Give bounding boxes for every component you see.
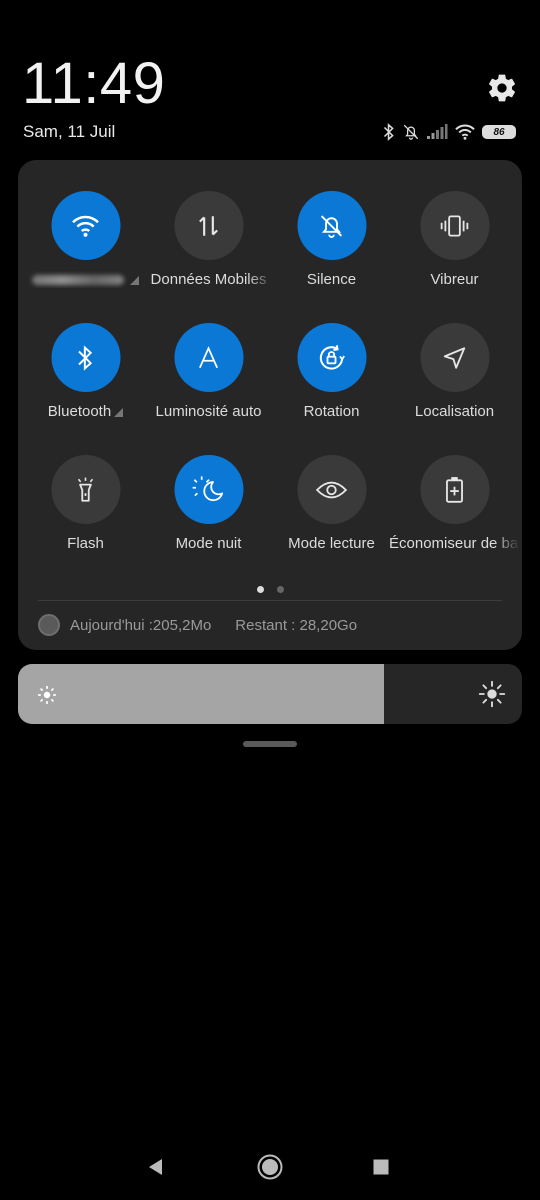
home-button[interactable] <box>255 1152 285 1182</box>
eye-icon <box>315 481 348 498</box>
home-circle-icon <box>257 1154 283 1180</box>
battery-saver-icon <box>446 476 463 503</box>
wifi-network-name-blurred <box>32 275 124 286</box>
auto-brightness-toggle[interactable] <box>174 323 243 392</box>
bluetooth-label: Bluetooth <box>47 403 112 420</box>
vibrate-icon <box>440 214 469 237</box>
location-icon <box>443 346 466 369</box>
tile-silence[interactable]: Silence <box>270 191 393 301</box>
battery-saver-label: Économiseur de batterie <box>389 535 520 552</box>
silent-status-icon <box>403 124 419 140</box>
navigation-bar <box>0 1140 540 1196</box>
night-mode-icon <box>192 475 224 501</box>
flashlight-label: Flash <box>67 535 104 552</box>
page-indicator <box>18 586 522 593</box>
data-usage-row[interactable]: Aujourd'hui :205,2Mo Restant : 28,20Go <box>38 612 357 638</box>
notification-shade: 11:49 Sam, 11 Juil 86 Données Mobiles Si… <box>0 0 540 1200</box>
date: Sam, 11 Juil <box>23 122 116 141</box>
mobile-data-icon <box>199 215 218 236</box>
vibrate-label: Vibreur <box>430 271 479 288</box>
flashlight-icon <box>77 477 94 502</box>
settings-gear-icon[interactable] <box>486 72 518 104</box>
wifi-label <box>20 271 151 288</box>
bluetooth-label-wrap: Bluetooth <box>20 403 151 420</box>
mobile-data-label: Données Mobiles <box>150 271 267 288</box>
back-button[interactable] <box>141 1152 171 1182</box>
bluetooth-icon <box>78 344 93 371</box>
rotation-toggle[interactable] <box>297 323 366 392</box>
tile-location[interactable]: Localisation <box>393 323 516 433</box>
vibrate-toggle[interactable] <box>420 191 489 260</box>
battery-indicator: 86 <box>482 125 516 139</box>
expand-triangle-icon <box>130 275 139 285</box>
status-bar-icons: 86 <box>382 121 522 143</box>
signal-status-icon <box>427 124 448 139</box>
flashlight-toggle[interactable] <box>51 455 120 524</box>
data-usage-remaining: Restant : 28,20Go <box>235 616 358 634</box>
tile-flashlight[interactable]: Flash <box>24 455 147 565</box>
tile-night-mode[interactable]: Mode nuit <box>147 455 270 565</box>
reading-mode-label: Mode lecture <box>288 535 375 552</box>
tile-vibrate[interactable]: Vibreur <box>393 191 516 301</box>
auto-brightness-label: Luminosité auto <box>155 403 262 420</box>
back-triangle-icon <box>149 1159 162 1175</box>
night-mode-label: Mode nuit <box>175 535 242 552</box>
drag-handle[interactable] <box>243 741 297 747</box>
bluetooth-status-icon <box>383 123 394 141</box>
mobile-data-toggle[interactable] <box>174 191 243 260</box>
quick-settings-panel: Données Mobiles Silence Vibreur Bluetoot… <box>18 160 522 650</box>
brightness-high-icon <box>478 680 506 708</box>
page-dot-active <box>256 586 264 593</box>
bell-off-icon <box>320 214 343 238</box>
rotation-lock-icon <box>319 344 345 370</box>
night-mode-toggle[interactable] <box>174 455 243 524</box>
battery-saver-toggle[interactable] <box>420 455 489 524</box>
data-usage-today: Aujourd'hui :205,2Mo <box>70 616 212 634</box>
data-usage-pie-icon <box>38 614 60 636</box>
expand-triangle-icon <box>114 407 124 417</box>
page-dot <box>276 586 284 593</box>
tile-battery-saver[interactable]: Économiseur de batterie <box>389 455 520 565</box>
brightness-low-icon <box>37 685 57 705</box>
bluetooth-toggle[interactable] <box>51 323 120 392</box>
tile-auto-brightness[interactable]: Luminosité auto <box>147 323 270 433</box>
recents-button[interactable] <box>366 1152 396 1182</box>
tile-mobile-data[interactable]: Données Mobiles <box>147 191 270 301</box>
location-toggle[interactable] <box>420 323 489 392</box>
silence-label: Silence <box>306 271 357 288</box>
divider <box>38 600 502 601</box>
brightness-slider[interactable] <box>18 664 522 724</box>
wifi-icon <box>72 215 99 237</box>
brightness-slider-fill[interactable] <box>18 664 384 724</box>
reading-mode-toggle[interactable] <box>297 455 366 524</box>
tile-bluetooth[interactable]: Bluetooth <box>24 323 147 433</box>
tile-rotation[interactable]: Rotation <box>270 323 393 433</box>
recents-square-icon <box>373 1159 389 1175</box>
wifi-toggle[interactable] <box>51 191 120 260</box>
auto-brightness-icon <box>199 345 218 368</box>
silence-toggle[interactable] <box>297 191 366 260</box>
tile-wifi[interactable] <box>24 191 147 301</box>
location-label: Localisation <box>414 403 495 420</box>
wifi-status-icon <box>455 124 475 140</box>
clock: 11:49 <box>22 51 166 116</box>
tile-reading-mode[interactable]: Mode lecture <box>270 455 393 565</box>
rotation-label: Rotation <box>303 403 360 420</box>
